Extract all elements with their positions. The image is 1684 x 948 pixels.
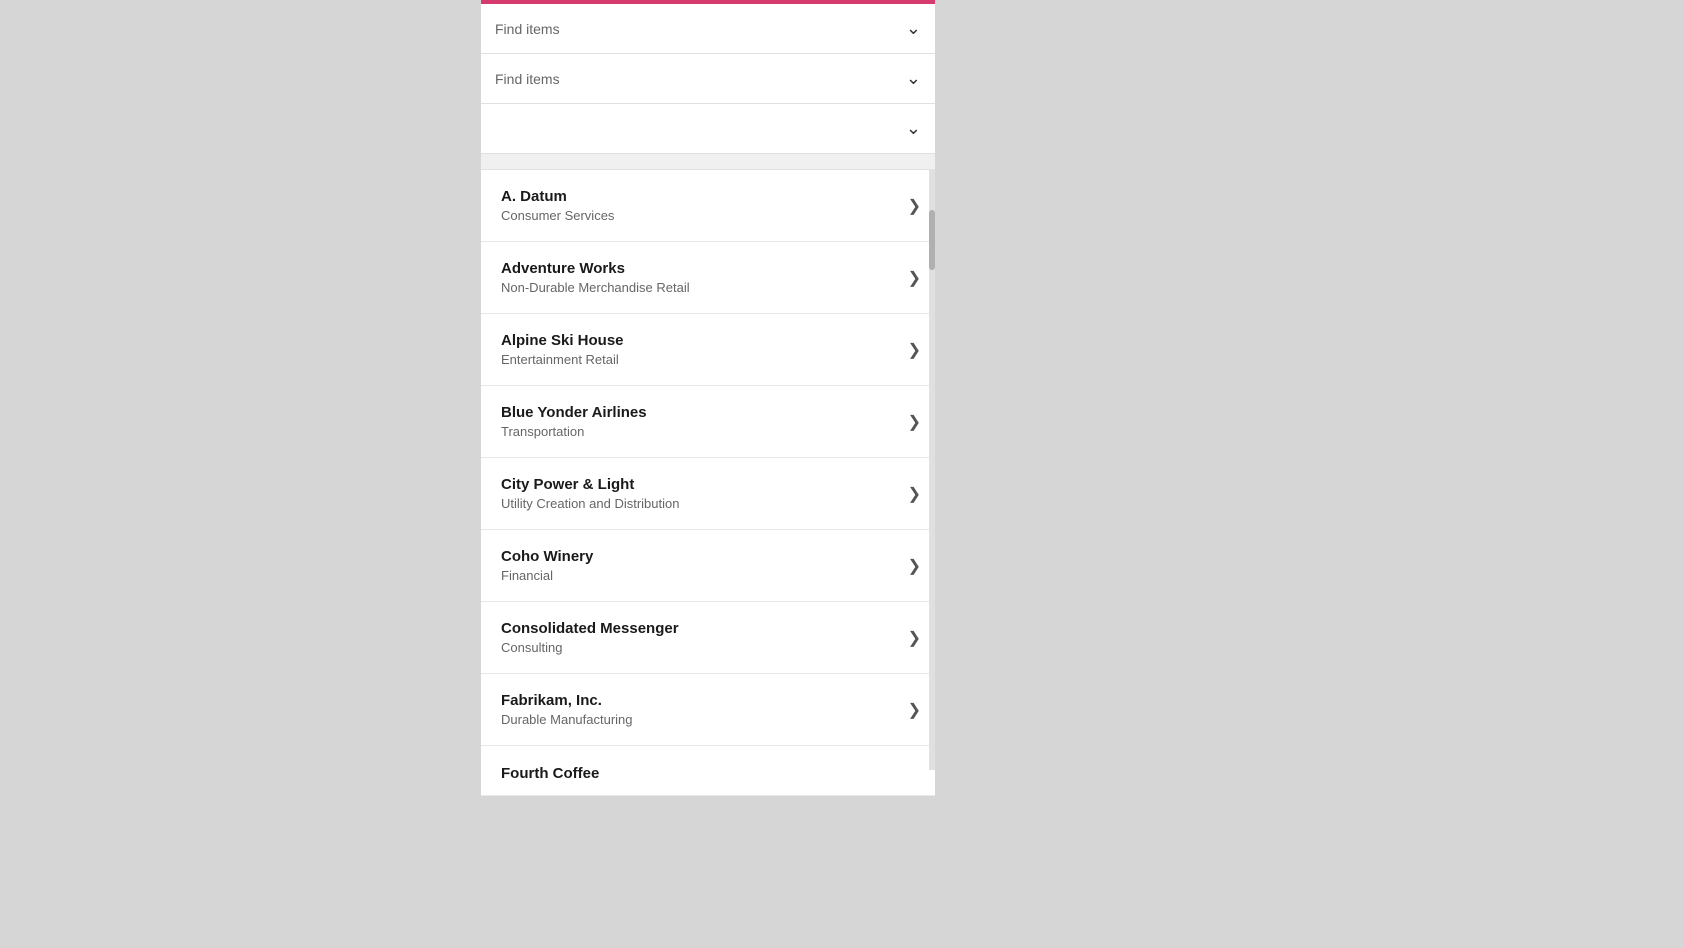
chevron-right-icon-adventure-works: ❯ bbox=[908, 268, 921, 288]
list-item-subtitle-coho-winery: Financial bbox=[501, 568, 900, 583]
list-item-fabrikam-inc[interactable]: Fabrikam, Inc. Durable Manufacturing ❯ bbox=[481, 674, 935, 746]
scrollbar[interactable] bbox=[929, 170, 935, 770]
chevron-right-icon-consolidated-messenger: ❯ bbox=[908, 628, 921, 648]
filter-label-2: Find items bbox=[495, 71, 898, 87]
list-item-alpine-ski-house[interactable]: Alpine Ski House Entertainment Retail ❯ bbox=[481, 314, 935, 386]
list-item-title-fabrikam-inc: Fabrikam, Inc. bbox=[501, 692, 900, 709]
list-item-coho-winery[interactable]: Coho Winery Financial ❯ bbox=[481, 530, 935, 602]
list-item-title-adventure-works: Adventure Works bbox=[501, 260, 900, 277]
chevron-down-icon-2: ⌄ bbox=[906, 68, 921, 89]
list-item-content-fourth-coffee: Fourth Coffee bbox=[501, 765, 921, 782]
list-item-fourth-coffee[interactable]: Fourth Coffee bbox=[481, 746, 935, 796]
filter-row-2[interactable]: Find items ⌄ bbox=[481, 54, 935, 104]
filter-row-1[interactable]: Find items ⌄ bbox=[481, 4, 935, 54]
list-item-title-consolidated-messenger: Consolidated Messenger bbox=[501, 620, 900, 637]
list-item-subtitle-alpine-ski-house: Entertainment Retail bbox=[501, 352, 900, 367]
list-item-subtitle-fabrikam-inc: Durable Manufacturing bbox=[501, 712, 900, 727]
list-item-title-fourth-coffee: Fourth Coffee bbox=[501, 765, 921, 782]
list-item-title-alpine-ski-house: Alpine Ski House bbox=[501, 332, 900, 349]
list-item-city-power-light[interactable]: City Power & Light Utility Creation and … bbox=[481, 458, 935, 530]
chevron-right-icon-a-datum: ❯ bbox=[908, 196, 921, 216]
list-item-content-fabrikam-inc: Fabrikam, Inc. Durable Manufacturing bbox=[501, 692, 900, 727]
list-item-content-adventure-works: Adventure Works Non-Durable Merchandise … bbox=[501, 260, 900, 295]
chevron-right-icon-blue-yonder-airlines: ❯ bbox=[908, 412, 921, 432]
list-item-content-consolidated-messenger: Consolidated Messenger Consulting bbox=[501, 620, 900, 655]
scrollbar-thumb[interactable] bbox=[929, 210, 935, 270]
list-item-content-blue-yonder-airlines: Blue Yonder Airlines Transportation bbox=[501, 404, 900, 439]
chevron-right-icon-city-power-light: ❯ bbox=[908, 484, 921, 504]
list-item-content-city-power-light: City Power & Light Utility Creation and … bbox=[501, 476, 900, 511]
list-item-title-blue-yonder-airlines: Blue Yonder Airlines bbox=[501, 404, 900, 421]
list-item-subtitle-a-datum: Consumer Services bbox=[501, 208, 900, 223]
list-item-subtitle-blue-yonder-airlines: Transportation bbox=[501, 424, 900, 439]
list-item-subtitle-city-power-light: Utility Creation and Distribution bbox=[501, 496, 900, 511]
list-item-title-a-datum: A. Datum bbox=[501, 188, 900, 205]
list-item-blue-yonder-airlines[interactable]: Blue Yonder Airlines Transportation ❯ bbox=[481, 386, 935, 458]
spacer bbox=[481, 154, 935, 170]
list-item-subtitle-consolidated-messenger: Consulting bbox=[501, 640, 900, 655]
list-item-subtitle-adventure-works: Non-Durable Merchandise Retail bbox=[501, 280, 900, 295]
list-item-a-datum[interactable]: A. Datum Consumer Services ❯ bbox=[481, 170, 935, 242]
chevron-right-icon-alpine-ski-house: ❯ bbox=[908, 340, 921, 360]
list-item-content-coho-winery: Coho Winery Financial bbox=[501, 548, 900, 583]
filter-label-3 bbox=[495, 121, 898, 137]
chevron-down-icon-1: ⌄ bbox=[906, 18, 921, 39]
chevron-right-icon-coho-winery: ❯ bbox=[908, 556, 921, 576]
list-item-title-coho-winery: Coho Winery bbox=[501, 548, 900, 565]
list-item-adventure-works[interactable]: Adventure Works Non-Durable Merchandise … bbox=[481, 242, 935, 314]
list-item-content-a-datum: A. Datum Consumer Services bbox=[501, 188, 900, 223]
list-item-content-alpine-ski-house: Alpine Ski House Entertainment Retail bbox=[501, 332, 900, 367]
list-item-consolidated-messenger[interactable]: Consolidated Messenger Consulting ❯ bbox=[481, 602, 935, 674]
filter-row-3[interactable]: ⌄ bbox=[481, 104, 935, 154]
filter-label-1: Find items bbox=[495, 21, 898, 37]
chevron-right-icon-fabrikam-inc: ❯ bbox=[908, 700, 921, 720]
chevron-down-icon-3: ⌄ bbox=[906, 118, 921, 139]
list-item-title-city-power-light: City Power & Light bbox=[501, 476, 900, 493]
